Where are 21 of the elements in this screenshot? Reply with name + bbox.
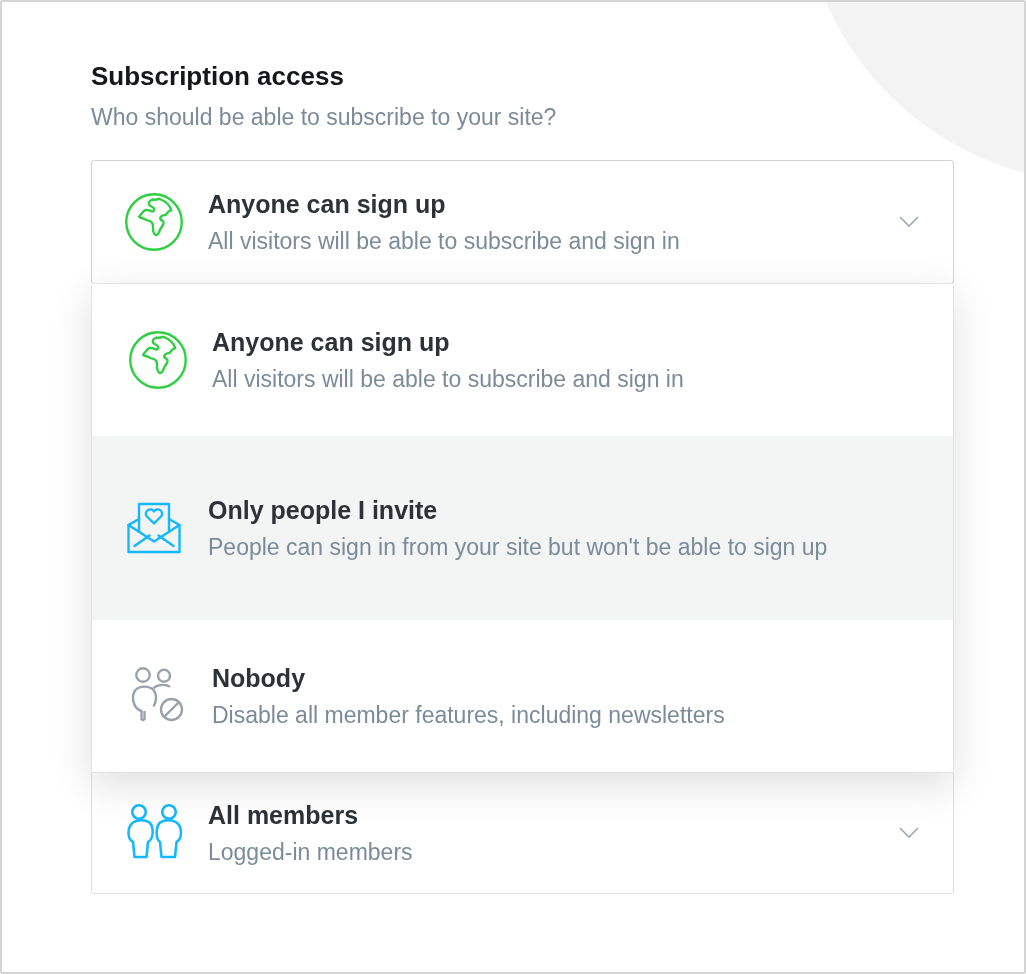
dropdown-option[interactable]: Nobody Disable all member features, including newsletters [92,620,953,772]
globe-icon [124,192,184,252]
select-description: All visitors will be able to subscribe and sign in [208,227,681,256]
chevron-down-icon [899,826,919,839]
option-title: Anyone can sign up [212,327,451,358]
globe-icon [128,330,188,390]
dropdown-option[interactable]: Only people I invite People can sign in from your site but won't be able to sign up [92,436,953,620]
select-title: All members [208,799,360,831]
access-select[interactable]: Anyone can sign up All visitors will be able to subscribe and sign in [91,160,954,284]
chevron-down-icon [899,216,919,228]
option-description: Disable all member features, including newsletters [212,701,726,730]
option-description: People can sign in from your site but won't be able to sign up [208,533,829,562]
section-title: Subscription access [91,60,345,93]
section-subtitle: Who should be able to subscribe to your site? [91,103,558,132]
select-title: Anyone can sign up [208,189,447,220]
select-description: Logged-in members [208,837,414,867]
members-select[interactable]: All members Logged-in members [91,771,954,894]
option-description: All visitors will be able to subscribe and sign in [212,365,685,394]
option-title: Only people I invite [208,495,439,526]
dropdown-option[interactable]: Anyone can sign up All visitors will be able to subscribe and sign in [92,284,953,436]
option-title: Nobody [212,663,307,694]
